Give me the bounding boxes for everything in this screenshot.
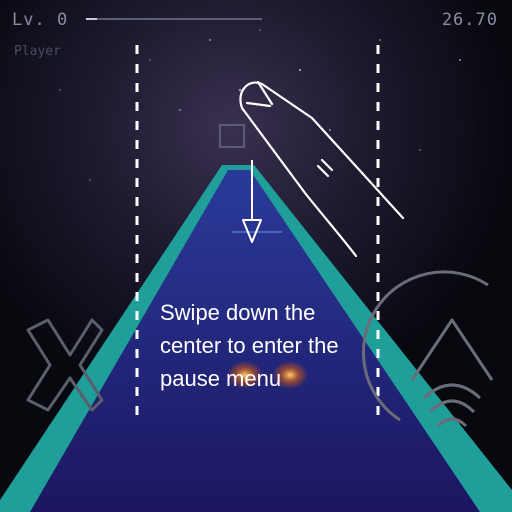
level-progress-fill <box>86 18 97 20</box>
level-progress-bar <box>86 18 262 20</box>
tutorial-instruction: Swipe down the center to enter the pause… <box>160 300 339 391</box>
game-scene <box>0 0 512 512</box>
time-display: 26.70 <box>441 10 498 30</box>
level-label: Lv. 0 <box>12 10 69 30</box>
player-name: Player <box>14 44 61 59</box>
